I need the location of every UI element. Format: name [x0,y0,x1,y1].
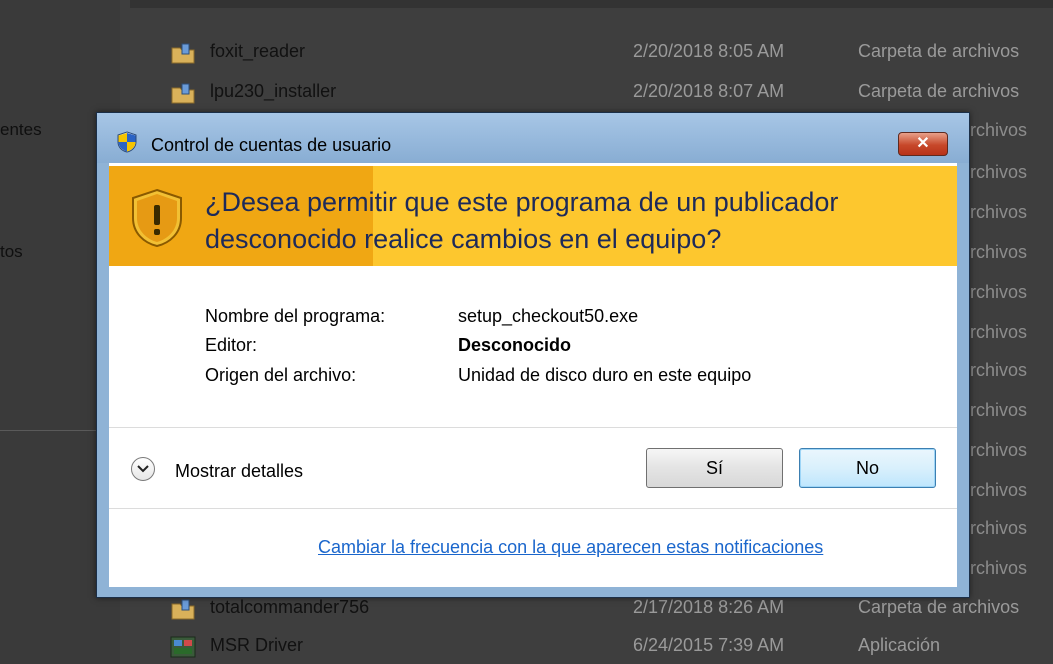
program-name-label: Nombre del programa: [205,306,386,326]
file-type: Aplicación [858,635,941,655]
divider [109,508,957,509]
file-origin-label: Origen del archivo: [205,365,357,385]
no-button[interactable]: No [799,448,936,488]
show-details-toggle[interactable] [131,457,155,481]
file-name: MSR Driver [210,635,303,655]
file-type: archivos [960,282,1028,302]
permission-question: ¿Desea permitir que este programa de un … [205,184,925,258]
chevron-down-icon [137,465,149,473]
uac-dialog: Control de cuentas de usuario ✕ ¿Desea p… [96,112,970,598]
warning-shield-icon [132,188,182,248]
uac-shield-icon [117,131,137,153]
file-type: archivos [960,242,1028,262]
application-icon [170,636,196,658]
file-date: 2/20/2018 8:07 AM [633,81,785,101]
folder-installer-icon [171,83,195,104]
file-type: archivos [960,360,1028,380]
nav-item[interactable]: tos [0,242,23,262]
file-origin-value: Unidad de disco duro en este equipo [458,365,752,385]
file-row-msr-driver[interactable]: MSR Driver 6/24/2015 7:39 AM Aplicación [130,628,1053,664]
question-line-1: ¿Desea permitir que este programa de un … [205,187,839,217]
publisher-value: Desconocido [458,335,572,355]
file-type: Carpeta de archivos [858,81,1020,101]
nav-divider [0,430,100,431]
file-type: archivos [960,400,1028,420]
file-type: archivos [960,440,1028,460]
dialog-title-bar[interactable]: Control de cuentas de usuario ✕ [97,113,969,163]
file-row-lpu230-installer[interactable]: lpu230_installer 2/20/2018 8:07 AM Carpe… [130,74,1053,112]
file-type: archivos [960,480,1028,500]
file-type: archivos [960,202,1028,222]
file-date: 6/24/2015 7:39 AM [633,635,785,655]
close-icon: ✕ [916,135,930,152]
file-name: foxit_reader [210,41,306,61]
show-details-label[interactable]: Mostrar detalles [175,461,303,482]
question-line-2: desconocido realice cambios en el equipo… [205,224,722,254]
publisher-label: Editor: [205,335,258,355]
warning-banner: ¿Desea permitir que este programa de un … [109,166,957,266]
file-type: archivos [960,162,1028,182]
nav-item[interactable]: entes [0,120,42,140]
file-type: archivos [960,518,1028,538]
divider [109,427,957,428]
close-button[interactable]: ✕ [898,132,948,156]
file-type: archivos [960,120,1028,140]
file-type: Carpeta de archivos [858,41,1020,61]
file-date: 2/20/2018 8:05 AM [633,41,785,61]
folder-installer-icon [171,43,195,64]
program-name-value: setup_checkout50.exe [458,306,639,326]
file-type: Carpeta de archivos [858,597,1020,617]
file-name: lpu230_installer [210,81,337,101]
file-type: archivos [960,558,1028,578]
dialog-title: Control de cuentas de usuario [151,135,392,155]
file-type: archivos [960,322,1028,342]
file-row-foxit-reader[interactable]: foxit_reader 2/20/2018 8:05 AM Carpeta d… [130,34,1053,72]
notification-settings-link[interactable]: Cambiar la frecuencia con la que aparece… [318,537,823,558]
file-name: totalcommander756 [210,597,370,617]
file-date: 2/17/2018 8:26 AM [633,597,785,617]
dialog-content: ¿Desea permitir que este programa de un … [109,163,957,587]
folder-installer-icon [171,599,195,620]
explorer-header [130,0,1053,8]
yes-button[interactable]: Sí [646,448,783,488]
